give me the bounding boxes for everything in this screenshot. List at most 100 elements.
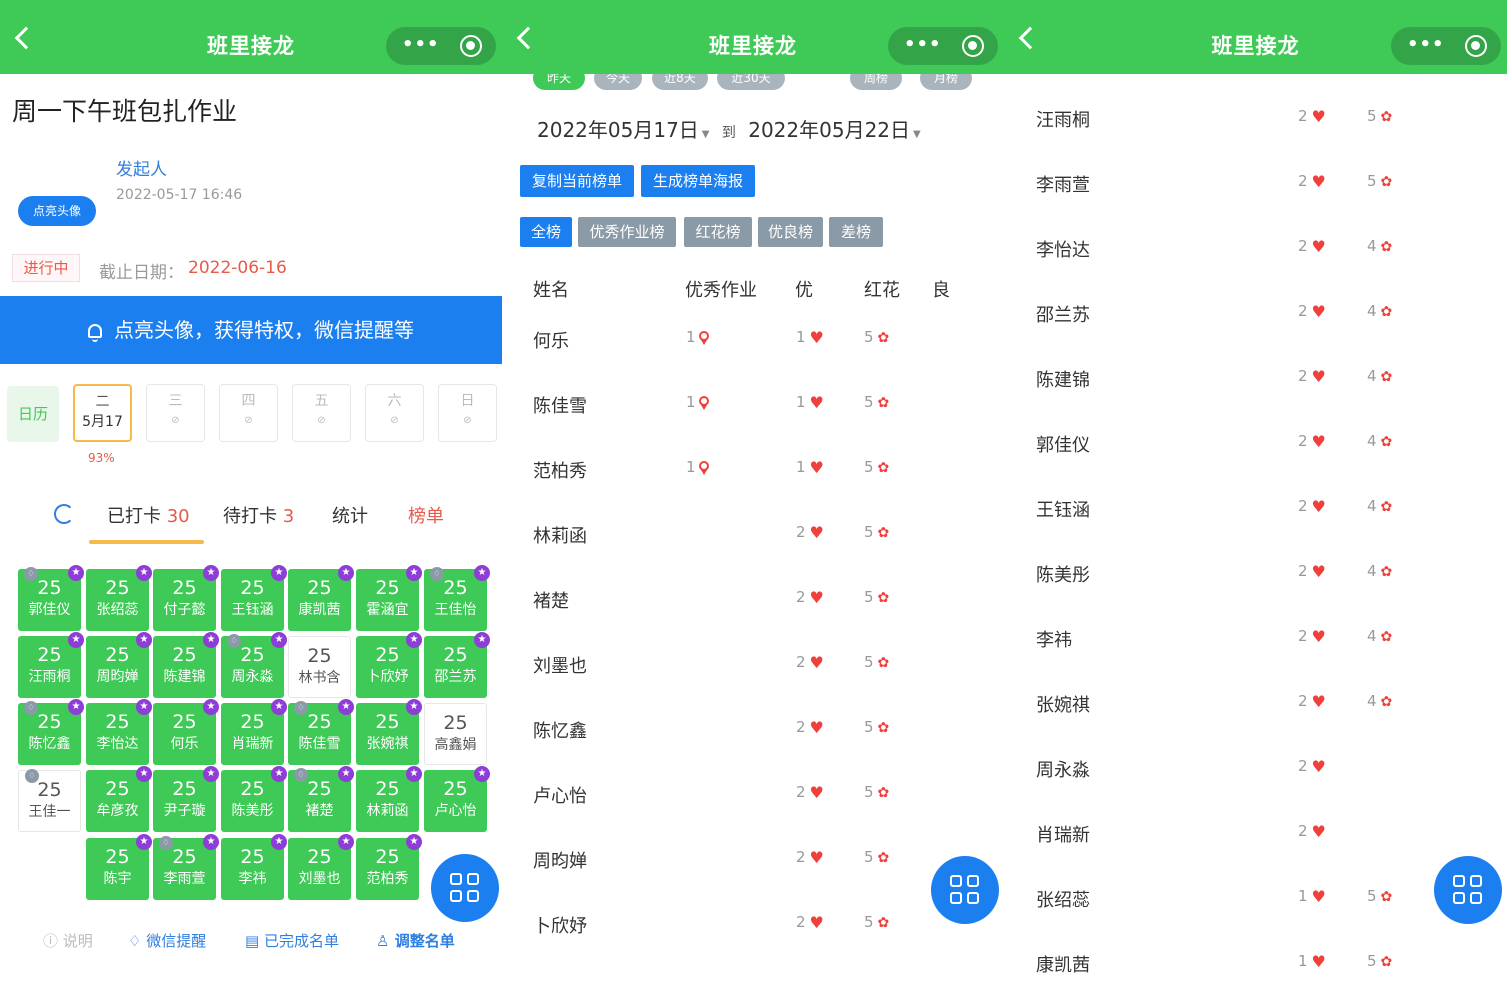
wechat-remind-link[interactable]: ♢ 微信提醒: [128, 930, 206, 951]
bell-icon: ♢: [294, 768, 308, 782]
member-tile[interactable]: 25 张绍蕊 ★: [86, 565, 152, 631]
done-list-link[interactable]: ▤ 已完成名单: [245, 930, 339, 951]
member-tile[interactable]: 25 康凯茜 ★: [288, 565, 354, 631]
more-dots-icon[interactable]: •••: [402, 35, 440, 55]
grid-menu-button[interactable]: [431, 854, 499, 922]
tab-ranking[interactable]: 榜单: [408, 502, 444, 528]
excellent-count: 1: [686, 458, 696, 476]
flower-count: 5: [864, 913, 874, 931]
calendar-button[interactable]: 日历: [7, 386, 59, 442]
member-tile[interactable]: 25 高鑫娟: [424, 703, 487, 765]
flower-count: 5: [864, 523, 874, 541]
member-tile[interactable]: 25 邵兰苏 ★: [424, 632, 490, 698]
flower-cell: 4 ✿: [1367, 237, 1392, 255]
row-name: 陈建锦: [1036, 370, 1090, 391]
date-to-select[interactable]: 2022年05月22日: [748, 118, 910, 142]
member-tile[interactable]: 25 周永淼 ★ ♢: [221, 632, 287, 698]
hidden-icon: ⊘: [317, 415, 326, 426]
flower-count: 5: [1367, 952, 1377, 970]
member-tile[interactable]: 25 付子懿 ★: [153, 565, 219, 631]
member-tile[interactable]: 25 汪雨桐 ★: [18, 632, 84, 698]
light-avatar-banner[interactable]: 点亮头像，获得特权，微信提醒等: [0, 296, 502, 364]
row-name: 汪雨桐: [1036, 110, 1090, 131]
copy-ranking-button[interactable]: 复制当前榜单: [520, 165, 634, 197]
day-box[interactable]: 三 ⊘: [146, 384, 205, 442]
day-box[interactable]: 日 ⊘: [438, 384, 497, 442]
help-link[interactable]: ⓘ 说明: [43, 930, 93, 951]
you-count: 2: [1298, 627, 1308, 645]
ranking-filter-chip[interactable]: 红花榜: [684, 217, 752, 247]
member-tile[interactable]: 25 卜欣妤 ★: [356, 632, 422, 698]
target-icon[interactable]: [1465, 35, 1487, 57]
member-tile[interactable]: 25 郭佳仪 ★ ♢: [18, 565, 84, 631]
tab-pending[interactable]: 待打卡 3: [223, 502, 294, 528]
ranking-filter-chip[interactable]: 差榜: [829, 217, 883, 247]
ranking-filter-chip[interactable]: 优秀作业榜: [578, 217, 676, 247]
member-tile[interactable]: 25 褚楚 ★ ♢: [288, 766, 354, 832]
you-cell: 2 ♥: [1298, 497, 1326, 516]
star-icon: ★: [203, 565, 219, 581]
excellent-count: 1: [686, 393, 696, 411]
member-tile[interactable]: 25 周昀婵 ★: [86, 632, 152, 698]
target-icon[interactable]: [460, 35, 482, 57]
generate-poster-button[interactable]: 生成榜单海报: [641, 165, 755, 197]
grid-menu-button[interactable]: [931, 856, 999, 924]
member-tile[interactable]: 25 陈宇 ★: [86, 834, 152, 900]
bell-icon: ♢: [24, 567, 38, 581]
star-icon: ★: [271, 632, 287, 648]
member-tile[interactable]: 25 陈美彤 ★: [221, 766, 287, 832]
member-tile[interactable]: 25 王钰涵 ★: [221, 565, 287, 631]
tab-stats[interactable]: 统计: [332, 502, 368, 528]
heart-icon: ♥: [809, 783, 824, 802]
you-cell: 2 ♥: [796, 783, 824, 802]
member-tile[interactable]: 25 牟彦孜 ★: [86, 766, 152, 832]
tab-checked-in[interactable]: 已打卡 30: [107, 502, 190, 528]
more-dots-icon[interactable]: •••: [1407, 35, 1445, 55]
member-tile[interactable]: 25 张婉祺 ★: [356, 699, 422, 765]
grid-menu-button[interactable]: [1434, 856, 1502, 924]
you-cell: 2 ♥: [1298, 432, 1326, 451]
member-tile[interactable]: 25 刘墨也 ★: [288, 834, 354, 900]
member-tile[interactable]: 25 王佳怡 ★ ♢: [424, 565, 490, 631]
heart-icon: ♥: [1311, 822, 1326, 841]
member-tile[interactable]: 25 王佳一 ♢: [18, 769, 81, 832]
member-tile[interactable]: 25 霍涵宜 ★: [356, 565, 422, 631]
light-avatar-button[interactable]: 点亮头像: [18, 196, 96, 226]
member-tile[interactable]: 25 李雨萱 ★ ♢: [153, 834, 219, 900]
date-from-select[interactable]: 2022年05月17日: [537, 118, 699, 142]
member-tile[interactable]: 25 李祎 ★: [221, 834, 287, 900]
member-tile[interactable]: 25 何乐 ★: [153, 699, 219, 765]
member-tile[interactable]: 25 陈建锦 ★: [153, 632, 219, 698]
member-tile[interactable]: 25 范柏秀 ★: [356, 834, 422, 900]
tile-count: 25: [172, 711, 197, 733]
target-icon[interactable]: [962, 35, 984, 57]
ranking-filter-chip[interactable]: 全榜: [520, 217, 572, 247]
grid-icon: [1453, 892, 1465, 904]
member-tile[interactable]: 25 尹子璇 ★: [153, 766, 219, 832]
member-tile[interactable]: 25 陈忆鑫 ★ ♢: [18, 699, 84, 765]
flower-count: 5: [864, 783, 874, 801]
tile-name: 张绍蕊: [96, 602, 139, 618]
member-tile[interactable]: 25 林莉函 ★: [356, 766, 422, 832]
day-box[interactable]: 五 ⊘: [292, 384, 351, 442]
heart-icon: ♥: [1311, 107, 1326, 126]
refresh-icon[interactable]: [54, 504, 74, 524]
member-tile[interactable]: 25 林书含: [288, 636, 351, 698]
member-tile[interactable]: 25 李怡达 ★: [86, 699, 152, 765]
day-box[interactable]: 四 ⊘: [219, 384, 278, 442]
bell-icon: ♢: [294, 701, 308, 715]
day-box[interactable]: 二 5月17: [73, 384, 132, 442]
you-cell: 1 ♥: [796, 458, 824, 477]
adjust-list-link[interactable]: ♙ 调整名单: [376, 930, 455, 951]
initiator-label[interactable]: 发起人: [116, 155, 167, 180]
bell-icon: ♢: [25, 769, 39, 783]
member-tile[interactable]: 25 肖瑞新 ★: [221, 699, 287, 765]
day-box[interactable]: 六 ⊘: [365, 384, 424, 442]
ranking-filter-chip[interactable]: 优良榜: [758, 217, 823, 247]
more-dots-icon[interactable]: •••: [904, 35, 942, 55]
member-tile[interactable]: 25 卢心怡 ★: [424, 766, 490, 832]
bell-icon: ♢: [227, 634, 241, 648]
you-cell: 2 ♥: [1298, 822, 1326, 841]
miniapp-capsule: •••: [386, 27, 496, 65]
member-tile[interactable]: 25 陈佳雪 ★ ♢: [288, 699, 354, 765]
